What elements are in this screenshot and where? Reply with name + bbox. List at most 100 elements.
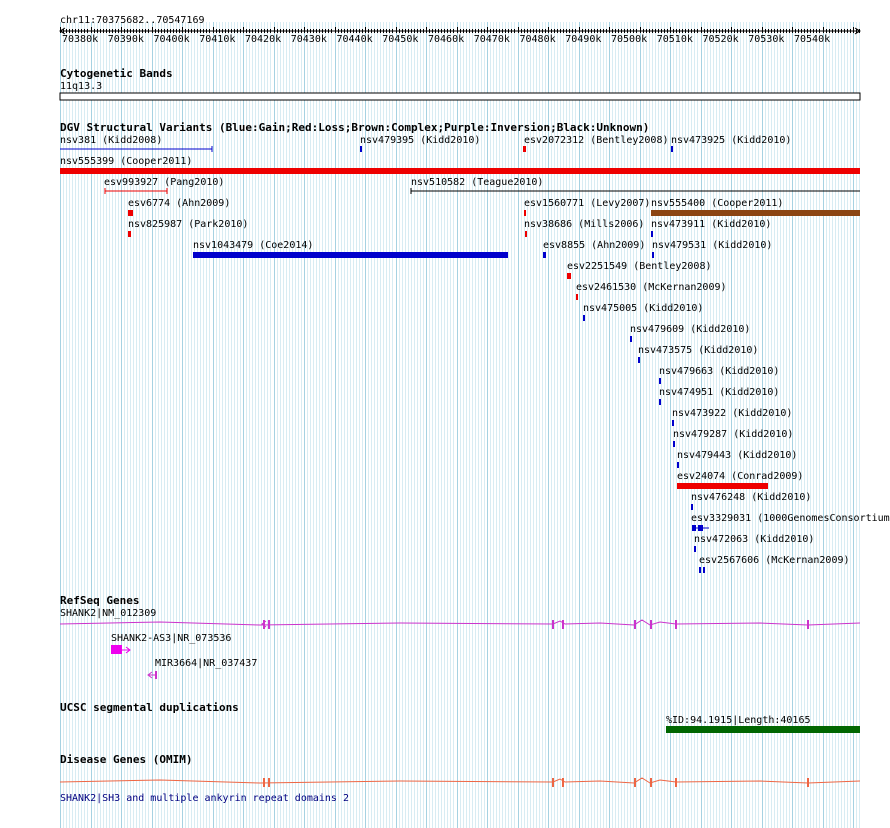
feature-esv2567606-b[interactable]	[703, 567, 705, 573]
feature-label[interactable]: nsv510582 (Teague2010)	[411, 177, 543, 188]
feature-nsv555400[interactable]	[651, 210, 860, 216]
feature-nsv473575[interactable]	[638, 357, 640, 363]
feature-label[interactable]: nsv479531 (Kidd2010)	[652, 240, 772, 251]
ruler-tick-label: 70530k	[748, 34, 785, 45]
feature-label[interactable]: nsv555400 (Cooper2011)	[651, 198, 783, 209]
feature-label[interactable]: esv24074 (Conrad2009)	[677, 471, 803, 482]
feature-nsv38686[interactable]	[525, 231, 527, 237]
feature-nsv473911[interactable]	[651, 231, 653, 237]
feature-esv2251549[interactable]	[567, 273, 571, 279]
ruler-tick-label: 70470k	[473, 34, 510, 45]
feature-label[interactable]: nsv479443 (Kidd2010)	[677, 450, 797, 461]
cytoband-label: 11q13.3	[60, 81, 103, 92]
feature-nsv479287[interactable]	[673, 441, 675, 447]
feature-label[interactable]: nsv38686 (Mills2006)	[524, 219, 644, 230]
feature-label[interactable]: nsv473911 (Kidd2010)	[651, 219, 771, 230]
shank2-exon	[634, 620, 636, 629]
omim-exon	[634, 778, 636, 787]
dgv-track-glyphs[interactable]	[60, 146, 860, 573]
feature-nsv473922[interactable]	[672, 420, 674, 426]
feature-label[interactable]: nsv479609 (Kidd2010)	[630, 324, 750, 335]
refseq-shank2-as3-glyph[interactable]	[111, 645, 131, 654]
feature-label[interactable]: nsv476248 (Kidd2010)	[691, 492, 811, 503]
omim-gene-label[interactable]: SHANK2|SH3 and multiple ankyrin repeat d…	[60, 793, 349, 804]
feature-label[interactable]: esv3329031 (1000GenomesConsortium	[691, 513, 890, 524]
feature-label[interactable]: nsv472063 (Kidd2010)	[694, 534, 814, 545]
feature-label[interactable]: esv2567606 (McKernan2009)	[699, 555, 850, 566]
ruler-tick-label: 70380k	[62, 34, 99, 45]
cytoband-band[interactable]	[59, 92, 861, 101]
omim-exon	[263, 778, 265, 787]
feature-label[interactable]: nsv479395 (Kidd2010)	[360, 135, 480, 146]
track-title-cytoband[interactable]: Cytogenetic Bands	[60, 68, 173, 80]
gene-label-shank2-as3[interactable]: SHANK2-AS3|NR_073536	[111, 633, 231, 644]
ruler-tick-label: 70390k	[107, 34, 144, 45]
feature-label[interactable]: esv2251549 (Bentley2008)	[567, 261, 712, 272]
feature-nsv472063[interactable]	[694, 546, 696, 552]
ruler[interactable]	[59, 27, 861, 35]
feature-label[interactable]: esv6774 (Ahn2009)	[128, 198, 230, 209]
ruler-tick-label: 70540k	[794, 34, 831, 45]
feature-nsv479395[interactable]	[360, 146, 362, 152]
feature-label[interactable]: nsv474951 (Kidd2010)	[659, 387, 779, 398]
feature-esv24074[interactable]	[677, 483, 768, 489]
ruler-tick-label: 70480k	[519, 34, 556, 45]
feature-esv1560771[interactable]	[524, 210, 526, 216]
feature-label[interactable]: esv993927 (Pang2010)	[104, 177, 224, 188]
shank2-exon	[807, 620, 809, 629]
feature-label[interactable]: nsv479287 (Kidd2010)	[673, 429, 793, 440]
feature-label[interactable]: nsv475005 (Kidd2010)	[583, 303, 703, 314]
track-title-omim[interactable]: Disease Genes (OMIM)	[60, 754, 192, 766]
shank2-exon	[675, 620, 677, 629]
shank2-exon	[268, 620, 270, 629]
cytoband-ideogram[interactable]	[59, 92, 861, 101]
feature-esv2567606-a[interactable]	[699, 567, 701, 573]
feature-label[interactable]: esv2072312 (Bentley2008)	[524, 135, 669, 146]
feature-esv2461530[interactable]	[576, 294, 578, 300]
feature-label[interactable]: nsv825987 (Park2010)	[128, 219, 248, 230]
gene-label-shank2[interactable]: SHANK2|NM_012309	[60, 608, 156, 619]
feature-label[interactable]: esv2461530 (McKernan2009)	[576, 282, 727, 293]
segdup-label[interactable]: %ID:94.1915|Length:40165	[666, 715, 811, 726]
ruler-tick-label: 70490k	[565, 34, 602, 45]
feature-esv6774[interactable]	[128, 210, 133, 216]
feature-label[interactable]: esv1560771 (Levy2007)	[524, 198, 650, 209]
omim-exon	[807, 778, 809, 787]
refseq-mir3664-glyph[interactable]	[147, 671, 157, 679]
feature-esv8855[interactable]	[543, 252, 546, 258]
feature-label[interactable]: nsv473922 (Kidd2010)	[672, 408, 792, 419]
omim-shank2-glyph[interactable]	[59, 777, 861, 787]
segdup-feature[interactable]	[666, 726, 860, 733]
feature-label[interactable]: nsv473575 (Kidd2010)	[638, 345, 758, 356]
ruler-tick-label: 70430k	[290, 34, 327, 45]
feature-nsv479443[interactable]	[677, 462, 679, 468]
ruler-tick-label: 70400k	[153, 34, 190, 45]
feature-nsv473925[interactable]	[671, 146, 673, 152]
feature-label[interactable]: esv8855 (Ahn2009)	[543, 240, 645, 251]
ruler-tick-label: 70460k	[428, 34, 465, 45]
gene-label-mir3664[interactable]: MIR3664|NR_037437	[155, 658, 257, 669]
feature-nsv475005[interactable]	[583, 315, 585, 321]
feature-nsv825987[interactable]	[128, 231, 131, 237]
refseq-shank2-glyph[interactable]	[59, 619, 861, 629]
ruler-minor-ticks	[60, 27, 860, 33]
track-title-dgv[interactable]: DGV Structural Variants (Blue:Gain;Red:L…	[60, 122, 649, 134]
ruler-tick-label: 70520k	[702, 34, 739, 45]
feature-label[interactable]: nsv1043479 (Coe2014)	[193, 240, 313, 251]
feature-label[interactable]: nsv555399 (Cooper2011)	[60, 156, 192, 167]
ruler-tick-label: 70440k	[336, 34, 373, 45]
feature-esv2072312[interactable]	[523, 146, 526, 152]
feature-nsv476248[interactable]	[691, 504, 693, 510]
feature-label[interactable]: nsv473925 (Kidd2010)	[671, 135, 791, 146]
feature-nsv474951[interactable]	[659, 399, 661, 405]
feature-label[interactable]: nsv479663 (Kidd2010)	[659, 366, 779, 377]
feature-nsv1043479[interactable]	[193, 252, 508, 258]
feature-label[interactable]: nsv381 (Kidd2008)	[60, 135, 162, 146]
shank2-as3-exon	[111, 645, 122, 654]
track-title-segdups[interactable]: UCSC segmental duplications	[60, 702, 239, 714]
track-title-refseq[interactable]: RefSeq Genes	[60, 595, 139, 607]
feature-nsv479663[interactable]	[659, 378, 661, 384]
feature-nsv479609[interactable]	[630, 336, 632, 342]
feature-nsv479531[interactable]	[652, 252, 654, 258]
feature-nsv555399[interactable]	[60, 168, 860, 174]
